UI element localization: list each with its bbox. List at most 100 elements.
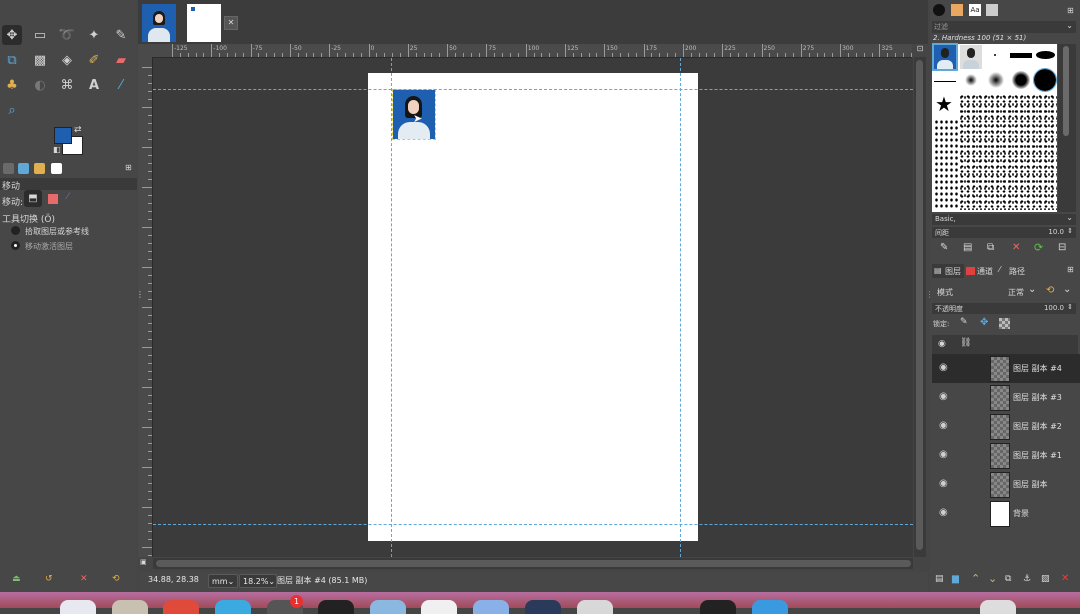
paintbrush-icon[interactable]: ✐ <box>84 50 104 70</box>
delete-brush-icon[interactable]: ✕ <box>1012 242 1020 253</box>
mode-reset-icon[interactable]: ⟲ <box>1046 285 1054 296</box>
brush-filter[interactable]: 过滤 ⌄ <box>932 21 1076 33</box>
app-store-icon[interactable] <box>215 600 251 614</box>
move-tool-icon[interactable]: ✥ <box>2 25 22 45</box>
gimp-icon[interactable] <box>577 600 613 614</box>
brush-photo-2[interactable] <box>960 45 982 69</box>
visibility-eye-icon[interactable]: ◉ <box>939 362 948 373</box>
images-tab-icon[interactable] <box>51 163 62 174</box>
opacity-field[interactable]: 不透明度 100.0 ⇕ <box>932 303 1076 314</box>
mode-dropdown-icon[interactable]: ⌄ <box>1028 284 1036 295</box>
left-dock-handle-icon[interactable]: ⋮ <box>136 290 144 299</box>
activity-icon[interactable] <box>700 600 736 614</box>
opacity-stepper-icon[interactable]: ⇕ <box>1067 303 1073 311</box>
preset-dropdown-icon[interactable]: ⌄ <box>1066 213 1073 222</box>
launchpad-icon[interactable] <box>112 600 148 614</box>
image-tab-page[interactable] <box>187 4 221 42</box>
layer-row[interactable]: ◉ 图层 副本 <box>932 470 1080 499</box>
brush-star[interactable]: ★ <box>935 94 953 114</box>
brush-textures-b[interactable] <box>934 119 959 210</box>
patterns-tab-icon[interactable] <box>951 4 963 16</box>
fill-icon[interactable]: ◈ <box>57 50 77 70</box>
transform-icon[interactable]: ⧉ <box>2 50 22 70</box>
eraser-icon[interactable]: ▰ <box>111 50 131 70</box>
fonts-tab-icon[interactable]: Aa <box>969 4 981 16</box>
radio-pick-layer[interactable] <box>11 226 20 235</box>
visibility-eye-icon[interactable]: ◉ <box>939 391 948 402</box>
navigate-icon[interactable]: ⊡ <box>914 44 926 57</box>
new-layer-group-icon[interactable]: ▆ <box>952 574 959 584</box>
perspective-icon[interactable]: ▩ <box>30 50 50 70</box>
layer-row[interactable]: ◉ 图层 副本 #4 <box>932 354 1080 383</box>
new-layer-icon[interactable]: ▤ <box>935 574 944 584</box>
lasso-icon[interactable]: ➰ <box>57 25 77 45</box>
brush-textures-a[interactable] <box>959 94 1057 210</box>
visibility-eye-icon[interactable]: ◉ <box>939 449 948 460</box>
page-canvas[interactable] <box>368 73 698 541</box>
tool-options-tab-icon[interactable] <box>3 163 14 174</box>
heal-icon[interactable]: ◐ <box>30 75 50 95</box>
brush-scrollbar[interactable] <box>1058 44 1076 212</box>
lower-layer-icon[interactable]: ⌄ <box>988 572 997 585</box>
mail-icon[interactable] <box>473 600 509 614</box>
fuzzy-select-icon[interactable]: ✦ <box>84 25 104 45</box>
open-brush-icon[interactable]: ⊟ <box>1058 242 1066 253</box>
brush-ellipse[interactable] <box>1036 51 1055 59</box>
visibility-eye-icon[interactable]: ◉ <box>939 478 948 489</box>
delete-layer-icon[interactable]: ✕ <box>1061 573 1069 584</box>
unit-select[interactable]: mm ⌄ <box>208 574 238 588</box>
panel-menu-icon[interactable]: ⊞ <box>125 163 132 172</box>
tab-channels[interactable]: 通道 <box>964 264 996 278</box>
visibility-eye-icon[interactable]: ◉ <box>939 420 948 431</box>
visibility-eye-icon[interactable]: ◉ <box>939 507 948 518</box>
horizontal-scrollbar[interactable] <box>153 558 913 569</box>
layer-row[interactable]: ◉ 图层 副本 #2 <box>932 412 1080 441</box>
tab-layers[interactable]: 图层 ▤ <box>932 264 964 278</box>
spacing-field[interactable]: 间距 10.0 ⇕ <box>932 227 1076 238</box>
refresh-brushes-icon[interactable]: ⟳ <box>1034 241 1043 254</box>
foreground-color-swatch[interactable] <box>54 127 72 144</box>
brush-preset-select[interactable]: Basic, ⌄ <box>932 213 1076 225</box>
move-selection-mode-icon[interactable] <box>48 194 58 204</box>
edit-brush-icon[interactable]: ✎ <box>940 242 948 253</box>
lock-position-icon[interactable]: ✥ <box>980 317 988 328</box>
layers-menu-icon[interactable]: ⊞ <box>1067 265 1074 274</box>
music-icon[interactable] <box>525 600 561 614</box>
trash-icon[interactable] <box>980 600 1016 614</box>
xcode-icon[interactable] <box>752 600 788 614</box>
warp-icon[interactable]: ⌘ <box>57 75 77 95</box>
brush-soft-2[interactable] <box>988 72 1004 88</box>
zoom-select[interactable]: 18.2% ⌄ <box>239 574 277 588</box>
quick-mask-icon[interactable]: ▣ <box>140 558 152 569</box>
layer-row[interactable]: ◉ 图层 副本 #3 <box>932 383 1080 412</box>
delete-options-icon[interactable]: ✕ <box>80 574 88 584</box>
guide-right[interactable] <box>680 58 681 557</box>
restore-options-icon[interactable]: ↺ <box>45 574 53 584</box>
textedit-icon[interactable] <box>421 600 457 614</box>
zoom-icon[interactable]: ⌕ <box>2 100 22 120</box>
close-tab-icon[interactable]: ✕ <box>224 16 238 30</box>
duplicate-layer-icon[interactable]: ⧉ <box>1005 574 1011 584</box>
anchor-layer-icon[interactable]: ⚓ <box>1023 574 1031 584</box>
preview-icon[interactable] <box>370 600 406 614</box>
spacing-stepper-icon[interactable]: ⇕ <box>1067 227 1073 235</box>
image-tab-photo[interactable] <box>142 4 176 42</box>
rect-select-icon[interactable]: ▭ <box>30 25 50 45</box>
brushes-tab-icon[interactable] <box>933 4 945 16</box>
chrome-icon[interactable] <box>163 600 199 614</box>
swap-colors-icon[interactable]: ⇄ <box>74 125 82 135</box>
reset-colors-icon[interactable]: ◧ <box>53 145 61 154</box>
brush-soft-1[interactable] <box>965 74 977 86</box>
radio-move-active[interactable] <box>11 241 20 250</box>
lock-alpha-icon[interactable] <box>999 318 1010 329</box>
terminal-icon[interactable] <box>318 600 354 614</box>
guide-top[interactable] <box>153 89 913 90</box>
filter-dropdown-icon[interactable]: ⌄ <box>1066 21 1073 30</box>
finder-icon[interactable] <box>60 600 96 614</box>
color-picker-icon[interactable]: ⁄ <box>111 75 131 95</box>
paths-icon[interactable]: ✎ <box>111 25 131 45</box>
device-status-tab-icon[interactable] <box>18 163 29 174</box>
guide-bottom[interactable] <box>153 524 913 525</box>
brush-grid[interactable]: ★ <box>932 43 1057 212</box>
new-brush-icon[interactable]: ▤ <box>963 242 972 253</box>
